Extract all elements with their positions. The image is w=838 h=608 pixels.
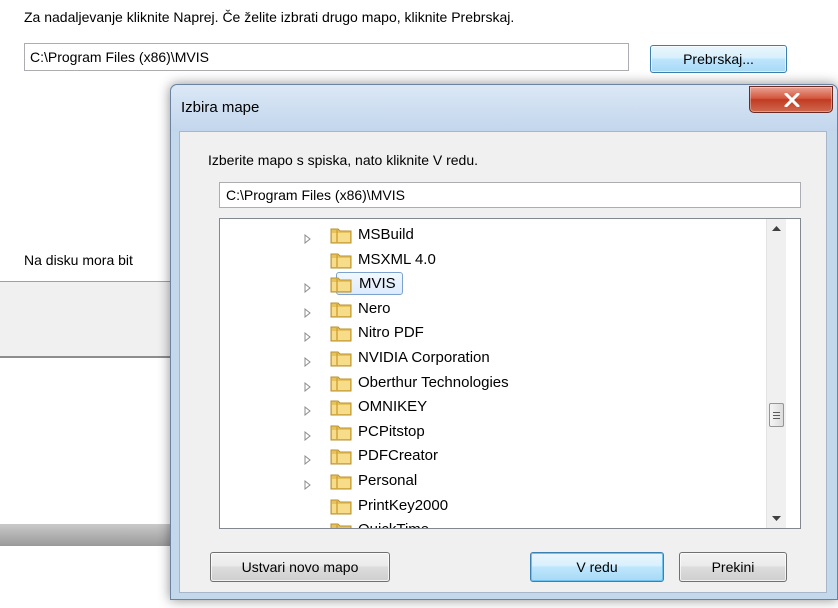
cancel-button[interactable]: Prekini xyxy=(679,552,787,582)
folder-icon xyxy=(330,324,352,342)
expand-arrow-icon[interactable] xyxy=(304,280,312,294)
tree-item[interactable]: OMNIKEY xyxy=(220,395,780,419)
tree-item[interactable]: Oberthur Technologies xyxy=(220,371,780,395)
dialog-body: Izberite mapo s spiska, nato kliknite V … xyxy=(179,131,827,593)
tree-item-label: Oberthur Technologies xyxy=(358,373,509,391)
tree-item[interactable]: PCPitstop xyxy=(220,420,780,444)
tree-item[interactable]: PDFCreator xyxy=(220,444,780,468)
expand-arrow-icon[interactable] xyxy=(304,477,312,491)
tree-item-label: MSBuild xyxy=(358,226,414,243)
tree-item-label: QuickTime xyxy=(358,521,429,528)
new-folder-button[interactable]: Ustvari novo mapo xyxy=(210,552,390,582)
folder-icon xyxy=(330,398,352,416)
expand-arrow-icon[interactable] xyxy=(304,526,312,528)
arrow-up-icon xyxy=(772,226,781,231)
folder-icon xyxy=(330,300,352,318)
scroll-down-button[interactable] xyxy=(767,508,786,528)
folder-icon xyxy=(330,472,352,490)
close-button[interactable] xyxy=(749,86,833,113)
folder-tree[interactable]: MSBuild MSXML 4.0 MVIS Nero Nitro PDF NVIDIA … xyxy=(219,218,801,529)
close-icon xyxy=(784,93,800,107)
folder-dialog: Izbira mape Izberite mapo s spiska, nato… xyxy=(170,84,838,600)
tree-item[interactable]: NVIDIA Corporation xyxy=(220,346,780,370)
vertical-scrollbar[interactable] xyxy=(766,219,786,528)
expand-arrow-icon[interactable] xyxy=(304,329,312,343)
disk-space-text: Na disku mora bit xyxy=(24,252,133,268)
expand-arrow-icon[interactable] xyxy=(304,379,312,392)
expand-arrow-icon[interactable] xyxy=(304,305,312,318)
tree-item[interactable]: Nero xyxy=(220,297,780,321)
folder-icon xyxy=(330,521,352,528)
expand-arrow-icon[interactable] xyxy=(304,428,312,441)
tree-item-label: PDFCreator xyxy=(358,447,439,465)
install-path-input[interactable]: C:\Program Files (x86)\MVIS xyxy=(24,43,629,71)
folder-icon xyxy=(330,447,352,465)
tree-item-label: PCPitstop xyxy=(358,422,425,440)
tree-item-label: Personal xyxy=(358,472,418,489)
tree-item-label: Nitro PDF xyxy=(358,324,424,342)
dialog-titlebar[interactable]: Izbira mape xyxy=(171,85,837,131)
dialog-title: Izbira mape xyxy=(181,99,260,116)
installer-instruction: Za nadaljevanje kliknite Naprej. Če želi… xyxy=(24,9,515,25)
scroll-up-button[interactable] xyxy=(767,219,786,239)
tree-item-label: Nero xyxy=(358,299,391,317)
tree-item[interactable]: QuickTime xyxy=(220,518,780,528)
expand-arrow-icon[interactable] xyxy=(304,403,312,417)
grip-line xyxy=(773,412,780,413)
tree-item[interactable]: MSBuild xyxy=(220,223,780,247)
tree-item-label: OMNIKEY xyxy=(358,398,428,416)
folder-icon xyxy=(330,275,352,293)
folder-icon xyxy=(330,374,352,392)
tree-item[interactable]: MSXML 4.0 xyxy=(220,248,780,272)
arrow-down-icon xyxy=(772,516,781,521)
tree-item[interactable]: Nitro PDF xyxy=(220,321,780,345)
expand-arrow-icon[interactable] xyxy=(304,231,312,245)
folder-icon xyxy=(330,226,352,244)
expand-arrow-icon[interactable] xyxy=(304,354,312,368)
grip-line xyxy=(773,418,780,419)
dialog-instruction: Izberite mapo s spiska, nato kliknite V … xyxy=(208,152,479,168)
tree-item[interactable]: Personal xyxy=(220,469,780,493)
folder-icon xyxy=(330,349,352,367)
tree-item-label: NVIDIA Corporation xyxy=(358,349,490,366)
scroll-thumb[interactable] xyxy=(769,403,784,427)
grip-line xyxy=(773,415,780,416)
folder-path-input[interactable]: C:\Program Files (x86)\MVIS xyxy=(219,182,801,208)
expand-arrow-icon[interactable] xyxy=(304,452,312,466)
folder-icon xyxy=(330,251,352,269)
folder-icon xyxy=(330,497,352,515)
tree-item-label: PrintKey2000 xyxy=(358,496,449,514)
folder-icon xyxy=(330,423,352,441)
tree-item-label: MSXML 4.0 xyxy=(358,250,436,268)
tree-item[interactable]: MVIS xyxy=(220,272,780,296)
tree-item[interactable]: PrintKey2000 xyxy=(220,494,780,518)
ok-button[interactable]: V redu xyxy=(530,552,664,582)
browse-button[interactable]: Prebrskaj... xyxy=(650,45,787,73)
